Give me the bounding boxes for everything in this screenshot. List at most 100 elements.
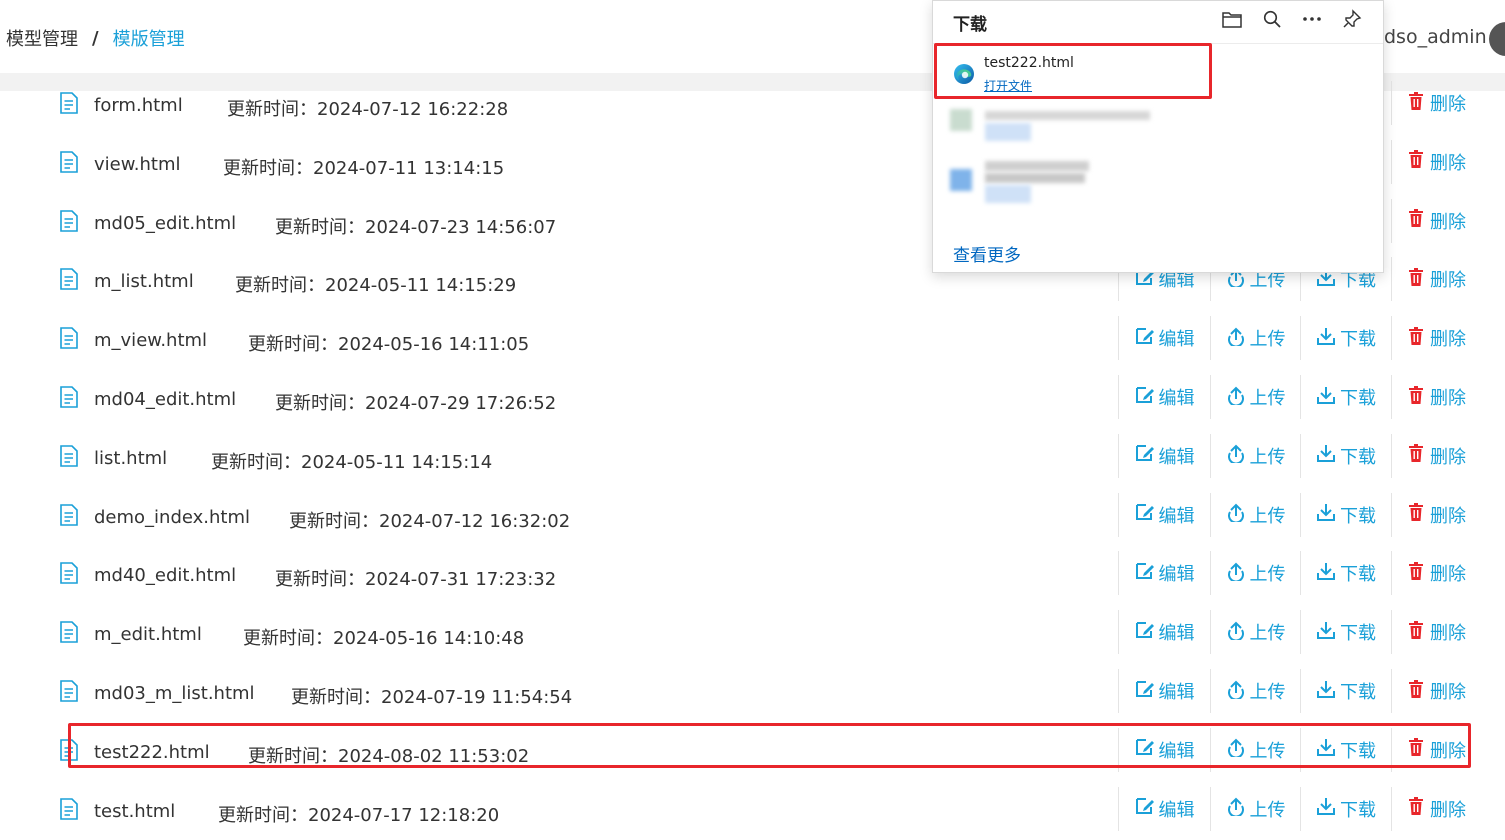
file-row: m_view.html 更新时间：2024-05-16 14:11:05 编辑 上传 下… (0, 311, 1505, 370)
upload-icon (1226, 385, 1250, 410)
download-button[interactable]: 下载 (1300, 433, 1391, 478)
download-button[interactable]: 下载 (1300, 551, 1391, 596)
edit-label: 编辑 (1158, 682, 1195, 703)
file-name[interactable]: test222.html (94, 742, 210, 763)
delete-button[interactable]: 删除 (1391, 786, 1482, 831)
edit-button[interactable]: 编辑 (1118, 433, 1210, 478)
upload-button[interactable]: 上传 (1210, 316, 1300, 361)
search-icon[interactable] (1261, 8, 1283, 30)
download-panel: 下载 test222.html 打开文件 查看更多 (932, 0, 1384, 273)
file-update-time: 更新时间：2024-07-29 17:26:52 (275, 389, 556, 415)
row-actions: 编辑 上传 下载 删除 (1118, 669, 1482, 713)
folder-icon[interactable] (1221, 8, 1243, 30)
delete-button[interactable]: 删除 (1391, 316, 1482, 361)
delete-button[interactable]: 删除 (1391, 81, 1482, 125)
upload-icon (1226, 326, 1250, 351)
download-button[interactable]: 下载 (1300, 727, 1391, 772)
upload-button[interactable]: 上传 (1210, 433, 1300, 478)
file-update-time: 更新时间：2024-08-02 11:53:02 (248, 742, 529, 768)
delete-label: 删除 (1430, 388, 1466, 409)
download-icon (1316, 679, 1340, 704)
file-icon (59, 503, 78, 526)
see-more-link[interactable]: 查看更多 (953, 241, 1021, 266)
row-actions: 编辑 上传 下载 删除 (1118, 727, 1482, 772)
edit-button[interactable]: 编辑 (1118, 551, 1210, 596)
file-icon (59, 268, 78, 291)
upload-icon (1226, 679, 1250, 704)
user-name[interactable]: dso_admin (1384, 26, 1487, 48)
edit-icon (1135, 621, 1159, 644)
download-button[interactable]: 下载 (1300, 786, 1391, 831)
file-name[interactable]: md03_m_list.html (94, 683, 255, 704)
edit-label: 编辑 (1158, 329, 1195, 351)
edit-button[interactable]: 编辑 (1118, 316, 1210, 361)
file-name[interactable]: list.html (94, 448, 167, 469)
update-time-label: 更新时间： (275, 216, 365, 238)
pin-icon[interactable] (1341, 8, 1363, 30)
upload-button[interactable]: 上传 (1210, 727, 1300, 772)
delete-label: 删除 (1430, 505, 1466, 527)
breadcrumb-root[interactable]: 模型管理 (6, 25, 78, 51)
delete-button[interactable]: 删除 (1391, 257, 1482, 302)
avatar[interactable] (1489, 22, 1505, 56)
delete-button[interactable]: 删除 (1391, 198, 1482, 243)
file-icon (59, 621, 78, 643)
download-label: 下载 (1340, 564, 1376, 586)
delete-button[interactable]: 删除 (1391, 727, 1482, 772)
edit-button[interactable]: 编辑 (1118, 669, 1210, 713)
edit-button[interactable]: 编辑 (1118, 786, 1210, 831)
file-update-time: 更新时间：2024-05-11 14:15:14 (211, 448, 492, 474)
delete-label: 删除 (1430, 799, 1466, 821)
file-row: m_edit.html 更新时间：2024-05-16 14:10:48 编辑 上传 下… (0, 605, 1505, 664)
edit-button[interactable]: 编辑 (1118, 375, 1210, 419)
update-time-label: 更新时间： (275, 393, 365, 414)
trash-icon (1408, 679, 1430, 703)
delete-button[interactable]: 删除 (1391, 375, 1482, 419)
upload-button[interactable]: 上传 (1210, 669, 1300, 713)
file-name[interactable]: md05_edit.html (94, 213, 236, 234)
delete-label: 删除 (1430, 682, 1466, 703)
download-item[interactable]: test222.html 打开文件 (936, 47, 1211, 97)
trash-icon (1408, 797, 1430, 820)
upload-button[interactable]: 上传 (1210, 610, 1300, 655)
file-name[interactable]: m_list.html (94, 271, 194, 292)
file-name[interactable]: m_view.html (94, 330, 207, 351)
file-name[interactable]: md04_edit.html (94, 389, 236, 410)
upload-button[interactable]: 上传 (1210, 551, 1300, 596)
upload-button[interactable]: 上传 (1210, 375, 1300, 419)
file-name[interactable]: form.html (94, 95, 183, 116)
delete-button[interactable]: 删除 (1391, 492, 1482, 537)
delete-label: 删除 (1430, 94, 1466, 115)
file-name[interactable]: m_edit.html (94, 624, 202, 645)
file-row: list.html 更新时间：2024-05-11 14:15:14 编辑 上传 下载 删… (0, 429, 1505, 488)
upload-button[interactable]: 上传 (1210, 786, 1300, 831)
delete-button[interactable]: 删除 (1391, 139, 1482, 184)
update-time-value: 2024-07-23 14:56:07 (365, 216, 557, 238)
edit-button[interactable]: 编辑 (1118, 727, 1210, 772)
delete-button[interactable]: 删除 (1391, 551, 1482, 596)
download-button[interactable]: 下载 (1300, 316, 1391, 361)
download-button[interactable]: 下载 (1300, 375, 1391, 419)
file-name[interactable]: test.html (94, 801, 175, 822)
file-name[interactable]: view.html (94, 154, 181, 175)
download-button[interactable]: 下载 (1300, 669, 1391, 713)
edit-label: 编辑 (1158, 564, 1195, 586)
open-file-link[interactable]: 打开文件 (984, 77, 1032, 94)
download-icon (1316, 737, 1340, 762)
upload-button[interactable]: 上传 (1210, 492, 1300, 537)
download-panel-toolbar (1221, 8, 1363, 30)
delete-label: 删除 (1430, 740, 1466, 762)
download-button[interactable]: 下载 (1300, 492, 1391, 537)
file-name[interactable]: md40_edit.html (94, 565, 236, 586)
update-time-value: 2024-07-29 17:26:52 (365, 393, 557, 414)
edit-button[interactable]: 编辑 (1118, 492, 1210, 537)
delete-button[interactable]: 删除 (1391, 433, 1482, 478)
delete-button[interactable]: 删除 (1391, 669, 1482, 713)
more-icon[interactable] (1301, 8, 1323, 30)
download-button[interactable]: 下载 (1300, 610, 1391, 655)
file-name[interactable]: demo_index.html (94, 507, 250, 528)
download-panel-divider (933, 43, 1383, 44)
edit-button[interactable]: 编辑 (1118, 610, 1210, 655)
delete-button[interactable]: 删除 (1391, 610, 1482, 655)
update-time-value: 2024-05-11 14:15:14 (301, 451, 493, 473)
